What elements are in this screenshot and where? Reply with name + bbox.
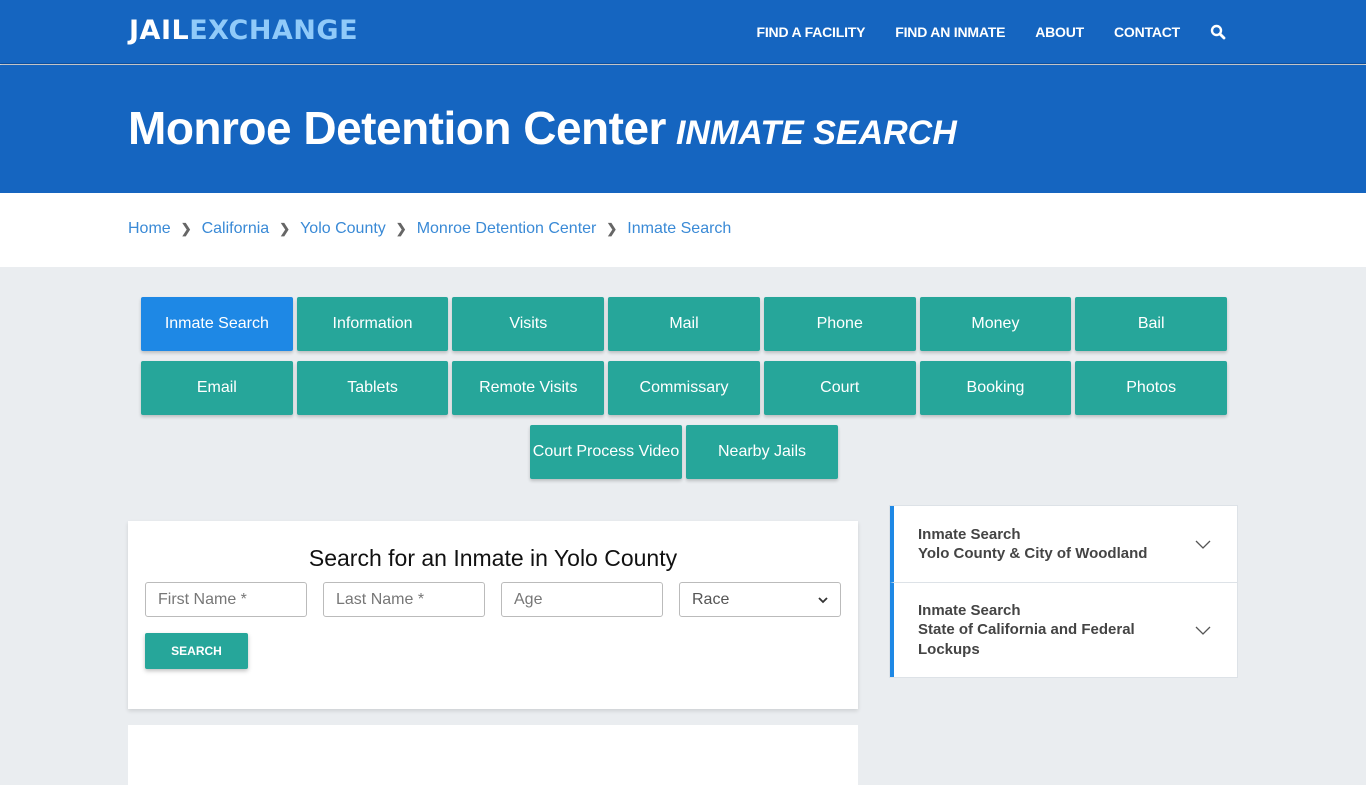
sidebar-accordion: Inmate Search Yolo County & City of Wood… (889, 505, 1238, 678)
last-name-placeholder: Last Name * (336, 590, 425, 608)
chevron-down-icon (1195, 540, 1211, 549)
page-title: Monroe Detention Center INMATE SEARCH (128, 101, 957, 155)
tab-row: Court Process Video Nearby Jails (139, 425, 1229, 479)
tab-commissary[interactable]: Commissary (608, 361, 760, 415)
age-input[interactable]: Age (501, 582, 663, 617)
search-button[interactable]: SEARCH (145, 633, 248, 669)
chevron-right-icon: ❯ (279, 221, 291, 236)
logo-part-jail: JAIL (129, 15, 190, 46)
last-name-input[interactable]: Last Name * (323, 582, 485, 617)
tab-remote-visits[interactable]: Remote Visits (452, 361, 605, 415)
breadcrumb: Home ❯ California ❯ Yolo County ❯ Monroe… (128, 220, 731, 238)
tab-bail[interactable]: Bail (1075, 297, 1228, 351)
content-card (128, 725, 858, 785)
site-logo[interactable]: JAILEXCHANGE (129, 15, 358, 46)
facility-name: Monroe Detention Center (128, 102, 666, 154)
breadcrumb-facility[interactable]: Monroe Detention Center (417, 220, 597, 238)
breadcrumb-home[interactable]: Home (128, 220, 171, 238)
tab-court-process-video[interactable]: Court Process Video (530, 425, 682, 479)
nav-about[interactable]: ABOUT (1035, 24, 1084, 40)
race-select[interactable]: Race (679, 582, 841, 617)
accordion-item-subtitle: State of California and Federal Lockups (918, 621, 1135, 658)
tab-visits[interactable]: Visits (452, 297, 605, 351)
tab-row: Email Tablets Remote Visits Commissary C… (139, 361, 1229, 415)
accordion-item-state[interactable]: Inmate Search State of California and Fe… (890, 582, 1237, 677)
chevron-down-icon (1195, 626, 1211, 635)
accordion-item-title: Inmate Search (918, 601, 1021, 619)
accordion-item-title: Inmate Search (918, 525, 1021, 543)
tab-mail[interactable]: Mail (608, 297, 760, 351)
facility-tabs: Inmate Search Information Visits Mail Ph… (139, 297, 1229, 489)
chevron-right-icon: ❯ (395, 221, 407, 236)
page-hero: Monroe Detention Center INMATE SEARCH (0, 65, 1366, 193)
accordion-item-subtitle: Yolo County & City of Woodland (918, 545, 1148, 562)
tab-tablets[interactable]: Tablets (296, 361, 449, 415)
nav-contact[interactable]: CONTACT (1114, 24, 1180, 40)
tab-information[interactable]: Information (296, 297, 449, 351)
accordion-item-county[interactable]: Inmate Search Yolo County & City of Wood… (890, 506, 1237, 582)
tab-money[interactable]: Money (919, 297, 1072, 351)
chevron-right-icon: ❯ (606, 221, 618, 236)
tab-booking[interactable]: Booking (919, 361, 1072, 415)
first-name-input[interactable]: First Name * (145, 582, 307, 617)
breadcrumb-county[interactable]: Yolo County (300, 220, 386, 238)
tab-phone[interactable]: Phone (763, 297, 916, 351)
inmate-search-card: Search for an Inmate in Yolo County Firs… (128, 521, 858, 709)
main-nav: FIND A FACILITY FIND AN INMATE ABOUT CON… (727, 0, 1226, 64)
nav-find-facility[interactable]: FIND A FACILITY (757, 24, 866, 40)
tab-nearby-jails[interactable]: Nearby Jails (686, 425, 838, 479)
tab-photos[interactable]: Photos (1075, 361, 1228, 415)
nav-find-inmate[interactable]: FIND AN INMATE (895, 24, 1005, 40)
tab-email[interactable]: Email (140, 361, 293, 415)
logo-part-exchange: EXCHANGE (189, 15, 359, 46)
breadcrumb-current[interactable]: Inmate Search (627, 220, 731, 238)
chevron-right-icon: ❯ (180, 221, 192, 236)
breadcrumb-state[interactable]: California (202, 220, 270, 238)
top-navbar: JAILEXCHANGE FIND A FACILITY FIND AN INM… (0, 0, 1366, 64)
tab-inmate-search[interactable]: Inmate Search (140, 297, 293, 351)
race-selected-value: Race (692, 590, 730, 608)
page-subtitle: INMATE SEARCH (675, 114, 957, 152)
chevron-down-icon (818, 596, 828, 603)
tab-court[interactable]: Court (763, 361, 916, 415)
tab-row: Inmate Search Information Visits Mail Ph… (139, 297, 1229, 351)
search-icon[interactable] (1210, 24, 1226, 40)
age-placeholder: Age (514, 590, 543, 608)
first-name-placeholder: First Name * (158, 590, 247, 608)
breadcrumb-bar: Home ❯ California ❯ Yolo County ❯ Monroe… (0, 193, 1366, 267)
search-heading: Search for an Inmate in Yolo County (308, 545, 678, 571)
